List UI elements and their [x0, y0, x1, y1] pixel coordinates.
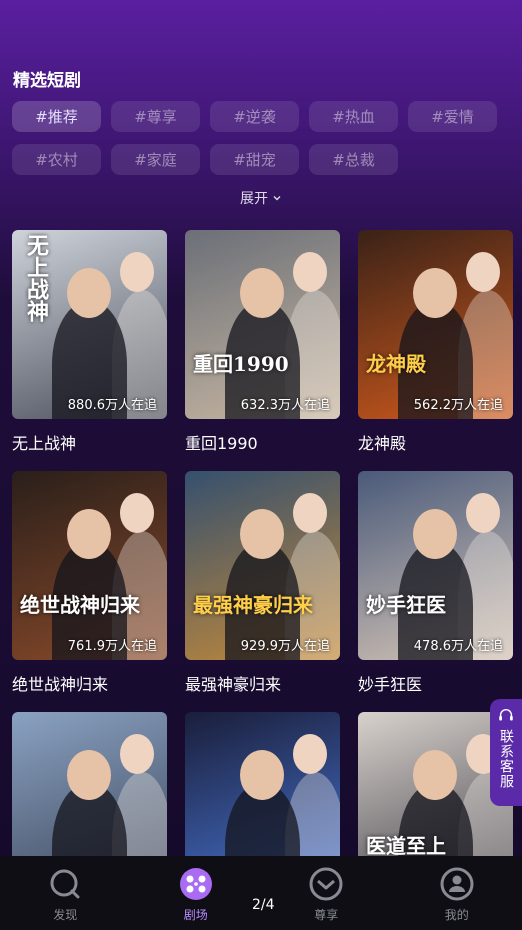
tab-profile-label: 我的: [444, 908, 469, 922]
tag-ceo[interactable]: #总裁: [309, 144, 398, 175]
contact-service-button[interactable]: 联系客服: [490, 699, 522, 806]
tag-rural[interactable]: #农村: [12, 144, 101, 175]
drama-card[interactable]: 妙手狂医 478.6万人在追 妙手狂医: [358, 471, 513, 695]
drama-poster: 重回1990 632.3万人在追: [185, 230, 340, 419]
tag-list: #推荐 #尊享 #逆袭 #热血 #爱情 #农村 #家庭 #甜宠 #总裁: [12, 101, 502, 175]
watcher-count: 562.2万人在追: [413, 398, 503, 413]
poster-face: [413, 750, 457, 800]
poster-face: [67, 509, 111, 559]
tab-premium[interactable]: 尊享: [261, 856, 392, 930]
tab-premium-label: 尊享: [314, 908, 339, 922]
drama-card[interactable]: 绝世战神归来 761.9万人在追 绝世战神归来: [12, 471, 167, 695]
drama-poster: 无上战神 880.6万人在追: [12, 230, 167, 419]
poster-face: [120, 252, 154, 292]
expand-label: 展开: [240, 191, 268, 207]
drama-title: 最强神豪归来: [185, 675, 282, 694]
drama-poster: 妙手狂医 478.6万人在追: [358, 471, 513, 660]
tag-action[interactable]: #热血: [309, 101, 398, 132]
drama-poster: 最强神豪归来 929.9万人在追: [185, 471, 340, 660]
tag-family[interactable]: #家庭: [111, 144, 200, 175]
page-indicator: 2/4: [252, 897, 275, 913]
drama-title: 龙神殿: [358, 434, 407, 453]
tab-profile[interactable]: 我的: [392, 856, 522, 930]
poster-title-art: 重回1990: [193, 352, 289, 376]
poster-face: [413, 268, 457, 318]
watcher-count: 880.6万人在追: [67, 398, 157, 413]
poster-title-art: 无上战神: [23, 234, 49, 322]
tag-romance[interactable]: #爱情: [408, 101, 497, 132]
poster-face: [466, 252, 500, 292]
watcher-count: 478.6万人在追: [413, 639, 503, 654]
poster-face: [466, 493, 500, 533]
tab-discover-label: 发现: [53, 908, 78, 922]
drama-title: 妙手狂医: [358, 675, 423, 694]
premium-icon: [309, 867, 343, 901]
tag-premium[interactable]: #尊享: [111, 101, 200, 132]
drama-title: 无上战神: [12, 434, 77, 453]
contact-service-label: 联系客服: [498, 729, 514, 789]
poster-face: [67, 268, 111, 318]
drama-card[interactable]: 最强神豪归来 929.9万人在追 最强神豪归来: [185, 471, 340, 695]
poster-face: [293, 493, 327, 533]
drama-poster: 绝世战神归来 761.9万人在追: [12, 471, 167, 660]
tab-theater-label: 剧场: [183, 908, 208, 922]
watcher-count: 632.3万人在追: [240, 398, 330, 413]
poster-face: [240, 268, 284, 318]
profile-icon: [440, 867, 474, 901]
tab-discover[interactable]: 发现: [0, 856, 131, 930]
poster-face: [413, 509, 457, 559]
tag-recommend[interactable]: #推荐: [12, 101, 101, 132]
poster-title-art: 医道至上: [366, 834, 446, 858]
poster-face: [293, 734, 327, 774]
section-title: 精选短剧: [13, 71, 81, 91]
tag-sweet[interactable]: #甜宠: [210, 144, 299, 175]
poster-title-art: 绝世战神归来: [20, 593, 140, 617]
poster-face: [120, 734, 154, 774]
drama-card[interactable]: 重回1990 632.3万人在追 重回1990: [185, 230, 340, 454]
watcher-count: 761.9万人在追: [67, 639, 157, 654]
headset-icon: [499, 709, 513, 721]
drama-poster: 龙神殿 562.2万人在追: [358, 230, 513, 419]
poster-face: [67, 750, 111, 800]
chevron-down-icon: [273, 196, 281, 201]
drama-card[interactable]: 龙神殿 562.2万人在追 龙神殿: [358, 230, 513, 454]
tag-comeback[interactable]: #逆袭: [210, 101, 299, 132]
discover-icon: [50, 869, 80, 899]
watcher-count: 929.9万人在追: [240, 639, 330, 654]
poster-face: [293, 252, 327, 292]
drama-title: 绝世战神归来: [12, 675, 109, 694]
poster-title-art: 最强神豪归来: [193, 593, 313, 617]
poster-face: [120, 493, 154, 533]
theater-icon: [179, 868, 212, 900]
drama-title: 重回1990: [185, 434, 258, 453]
expand-button[interactable]: 展开: [0, 188, 522, 208]
poster-face: [240, 509, 284, 559]
bottom-tab-bar: 发现 剧场 尊享 我的: [0, 856, 522, 930]
poster-face: [240, 750, 284, 800]
tab-theater[interactable]: 剧场: [131, 856, 262, 930]
drama-card[interactable]: 无上战神 880.6万人在追 无上战神: [12, 230, 167, 454]
poster-title-art: 龙神殿: [366, 352, 426, 376]
poster-title-art: 妙手狂医: [366, 593, 446, 617]
